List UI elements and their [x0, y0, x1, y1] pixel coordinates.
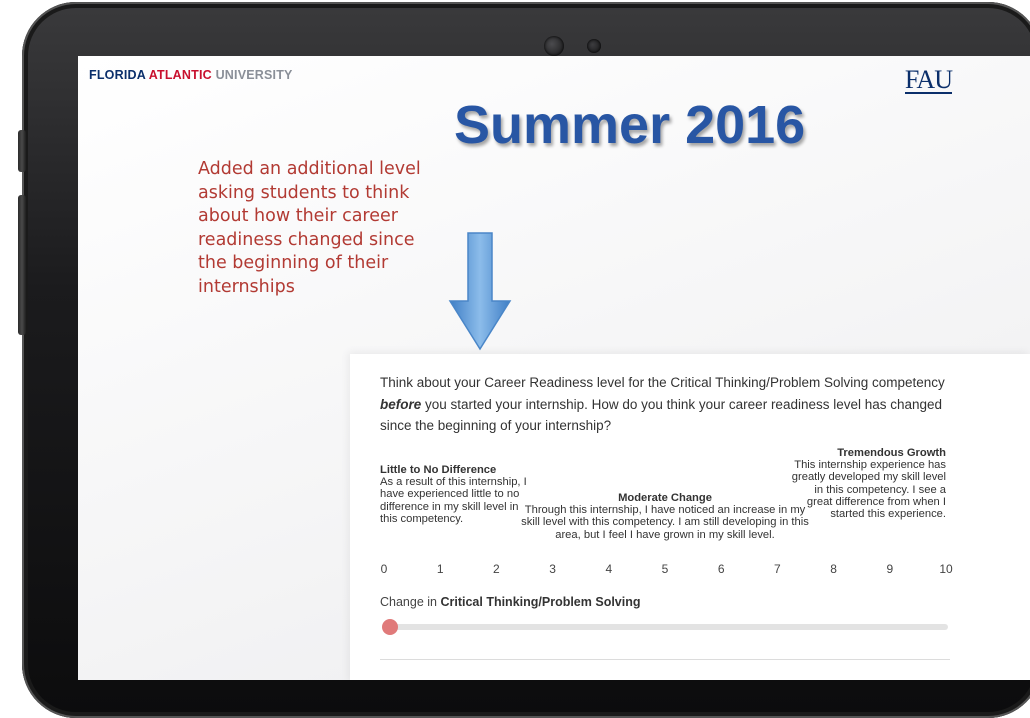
- slider-track[interactable]: [384, 624, 948, 630]
- power-button: [18, 195, 26, 335]
- mid-anchor-desc: Through this internship, I have noticed …: [521, 504, 809, 541]
- low-anchor: Little to No Difference As a result of t…: [380, 464, 530, 525]
- wordmark-university: UNIVERSITY: [215, 68, 293, 82]
- tablet-screen: FLORIDA ATLANTIC UNIVERSITY FAU Summer 2…: [78, 56, 1030, 680]
- low-anchor-label: Little to No Difference: [380, 464, 497, 476]
- scale-tick-4: 4: [605, 562, 613, 576]
- question-part-1: Think about your Career Readiness level …: [380, 375, 945, 390]
- high-anchor: Tremendous Growth This internship experi…: [790, 447, 946, 520]
- scale-tick-9: 9: [886, 562, 894, 576]
- down-arrow-icon: [448, 232, 512, 351]
- survey-card: Think about your Career Readiness level …: [350, 354, 1030, 680]
- slide-title: Summer 2016: [454, 95, 806, 155]
- low-anchor-desc: As a result of this internship, I have e…: [380, 476, 527, 525]
- scale-tick-2: 2: [493, 562, 500, 576]
- front-camera-icon: [544, 36, 564, 56]
- wordmark-atlantic: ATLANTIC: [148, 68, 212, 82]
- survey-question: Think about your Career Readiness level …: [380, 372, 960, 437]
- slider-handle[interactable]: [382, 619, 398, 635]
- slider-label-competency: Critical Thinking/Problem Solving: [440, 595, 641, 609]
- scale-tick-6: 6: [717, 562, 725, 576]
- mid-anchor-label: Moderate Change: [618, 492, 712, 504]
- annotation-text: Added an additional level asking student…: [198, 159, 421, 297]
- high-anchor-label: Tremendous Growth: [837, 447, 946, 459]
- wordmark-florida: FLORIDA: [89, 68, 146, 82]
- slider-label-prefix: Change in: [380, 595, 441, 609]
- scale-tick-5: 5: [661, 562, 669, 576]
- fau-logo: FAU: [904, 65, 953, 94]
- scale-tick-8: 8: [830, 562, 837, 576]
- scale-tick-7: 7: [774, 562, 781, 576]
- section-divider: [380, 659, 950, 660]
- scale-ticks: 0 1 2 3 4 5 6 7 8 9 10: [380, 562, 953, 576]
- mid-anchor: Moderate Change Through this internship,…: [520, 492, 810, 541]
- scale-tick-0: 0: [380, 562, 388, 576]
- sensor-icon: [587, 39, 601, 53]
- slider-label: Change in Critical Thinking/Problem Solv…: [380, 595, 641, 609]
- question-part-2: you started your internship. How do you …: [380, 396, 943, 434]
- scale-tick-3: 3: [549, 562, 556, 576]
- volume-button: [18, 130, 26, 172]
- scale-tick-1: 1: [436, 562, 444, 576]
- university-wordmark: FLORIDA ATLANTIC UNIVERSITY: [89, 68, 293, 82]
- question-emphasis: before: [380, 396, 422, 412]
- scale-tick-10: 10: [939, 562, 953, 576]
- high-anchor-desc: This internship experience has greatly d…: [791, 459, 946, 521]
